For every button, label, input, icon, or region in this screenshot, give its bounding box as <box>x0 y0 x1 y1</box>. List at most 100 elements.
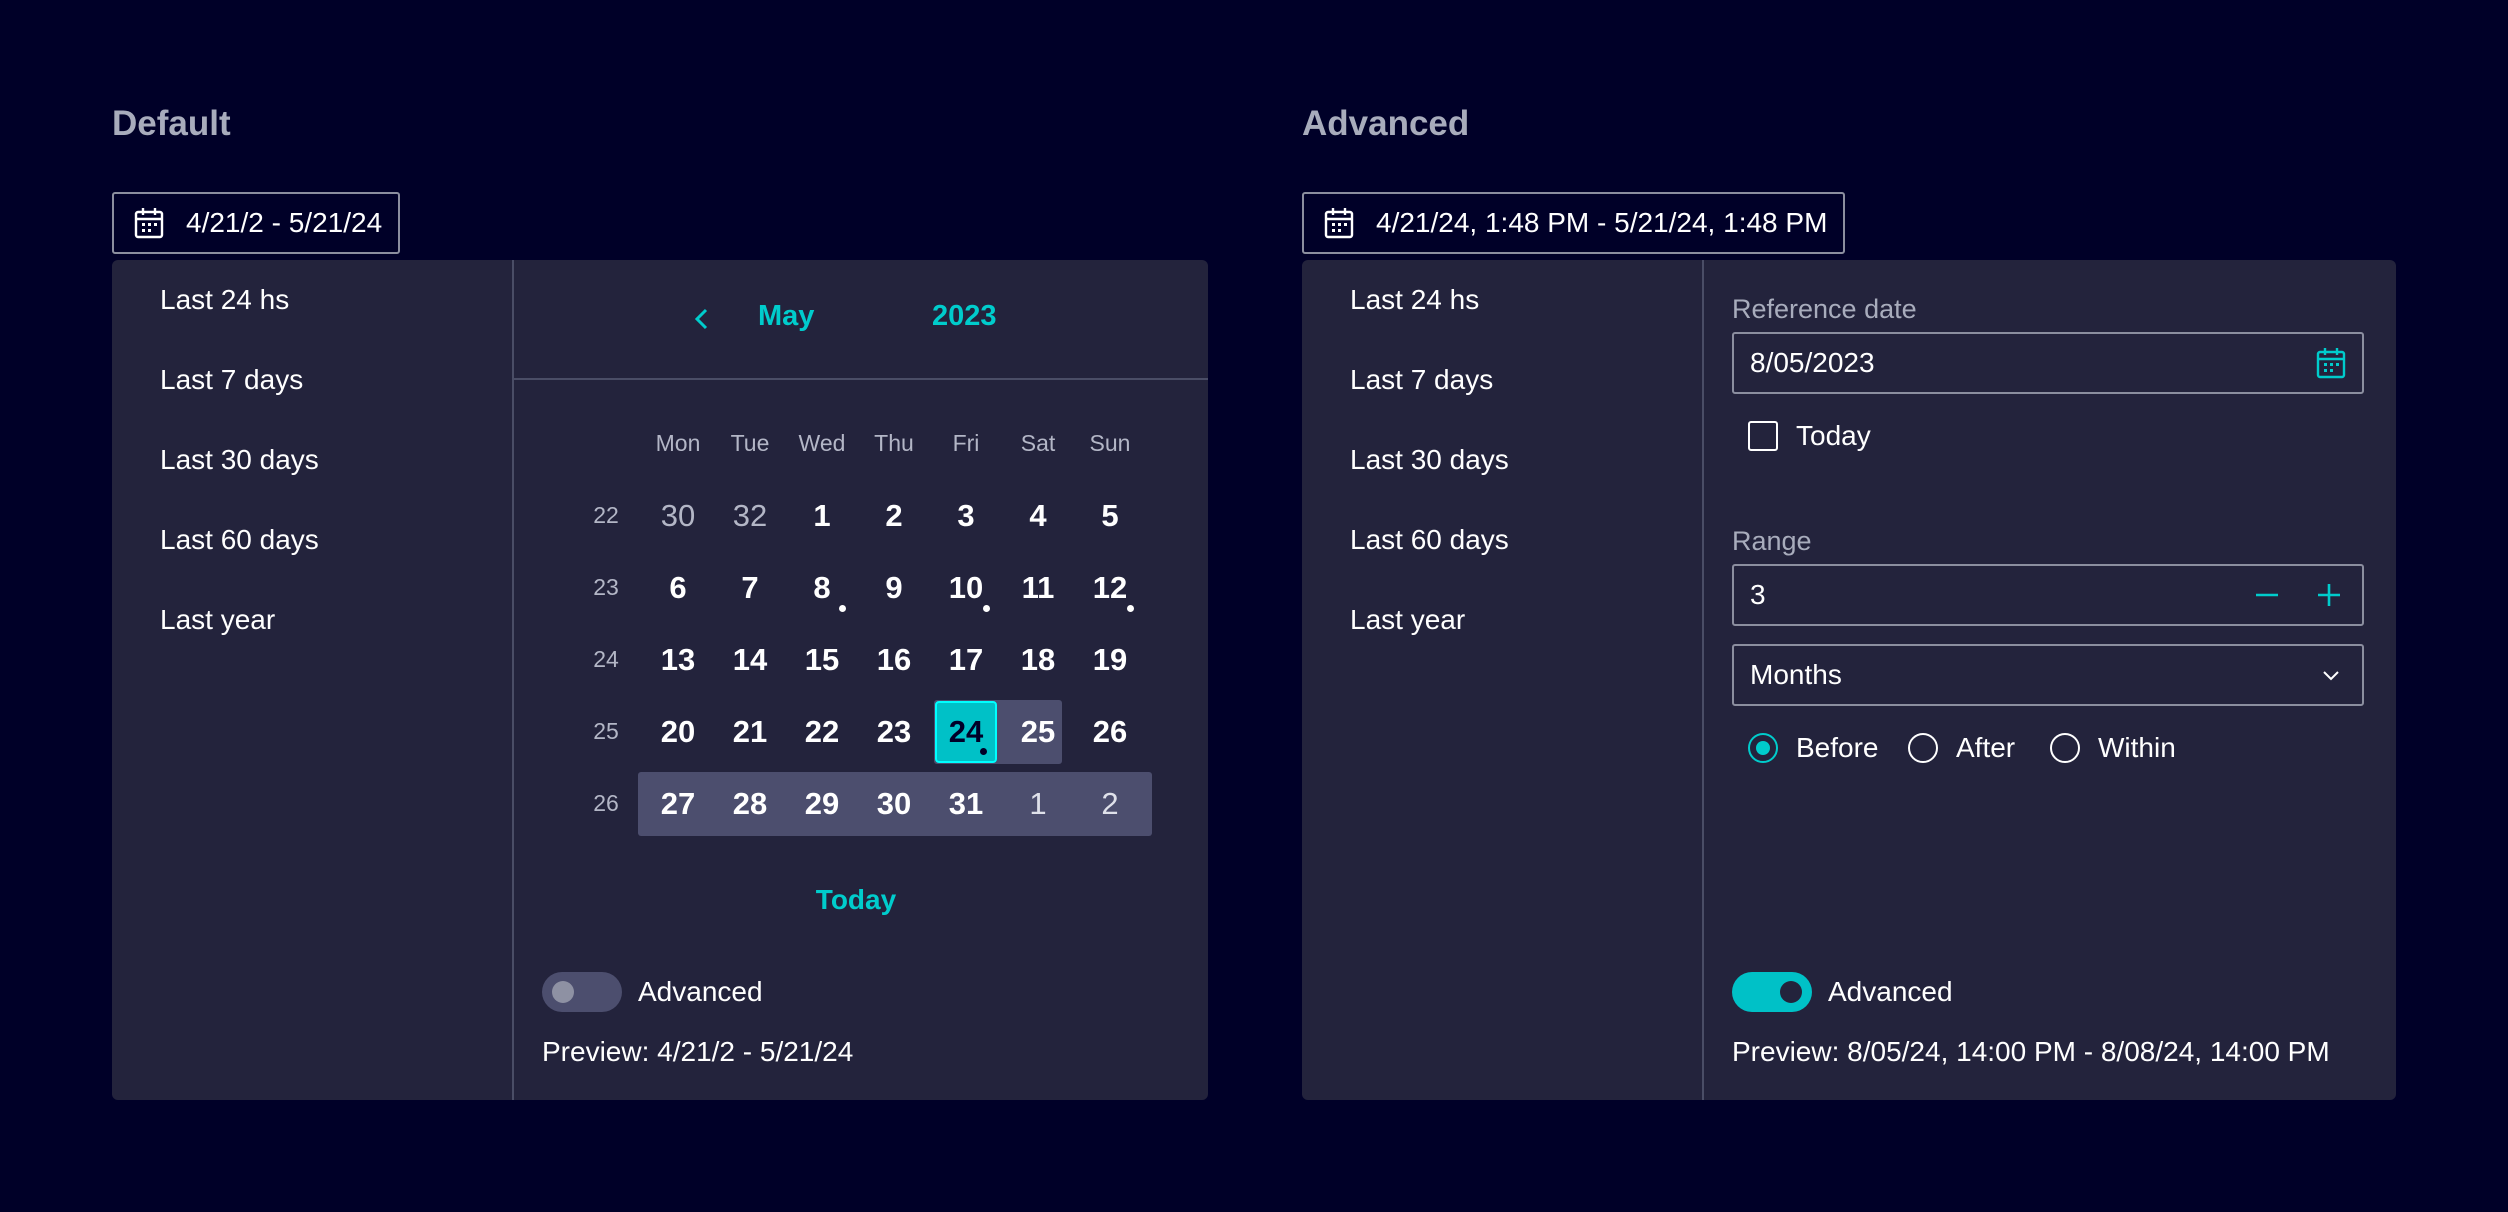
calendar-day[interactable]: 17 <box>930 628 1002 692</box>
calendar-day-label: 23 <box>876 714 912 749</box>
event-dot <box>839 605 846 612</box>
calendar-day[interactable]: 6 <box>642 556 714 620</box>
calendar-day-label: 26 <box>1092 714 1128 749</box>
calendar-day[interactable]: 29 <box>786 772 858 836</box>
calendar-day[interactable]: 8 <box>786 556 858 620</box>
advanced-panel: Last 24 hs Last 7 days Last 30 days Last… <box>1302 260 2396 1100</box>
radio-before[interactable] <box>1748 733 1778 763</box>
calendar-day[interactable]: 23 <box>858 700 930 764</box>
calendar-day[interactable]: 22 <box>786 700 858 764</box>
week-number: 24 <box>593 646 619 672</box>
reference-date-input[interactable]: 8/05/2023 <box>1732 332 2364 394</box>
calendar-day-label: 5 <box>1101 498 1119 533</box>
calendar-day-label: 28 <box>732 786 768 821</box>
default-panel: Last 24 hs Last 7 days Last 30 days Last… <box>112 260 1208 1100</box>
calendar-day-label: 14 <box>732 642 768 677</box>
calendar-day[interactable]: 4 <box>1002 484 1074 548</box>
calendar-day[interactable]: 19 <box>1074 628 1146 692</box>
radio-before-label: Before <box>1796 732 1879 763</box>
calendar-grid: Mon Tue Wed Thu Fri Sat Sun 22 30 32 1 2 3 4 5 23 6 7 8 9 10… <box>112 260 1208 1100</box>
calendar-day[interactable]: 18 <box>1002 628 1074 692</box>
calendar-day[interactable]: 9 <box>858 556 930 620</box>
calendar-day-label: 17 <box>948 642 984 677</box>
advanced-presets: Last 24 hs Last 7 days Last 30 days Last… <box>1302 260 1702 1100</box>
chevron-down-icon <box>2320 664 2342 686</box>
preset-last-7-days[interactable]: Last 7 days <box>1350 364 1493 396</box>
calendar-day[interactable]: 21 <box>714 700 786 764</box>
default-section-title: Default <box>112 104 231 143</box>
calendar-day[interactable]: 28 <box>714 772 786 836</box>
advanced-toggle-label: Advanced <box>638 976 763 1007</box>
calendar-day-label: 30 <box>876 786 912 821</box>
today-checkbox[interactable] <box>1748 421 1778 451</box>
calendar-day-label: 10 <box>948 570 984 605</box>
plus-icon[interactable] <box>2316 582 2342 608</box>
weekday-sun: Sun <box>1089 430 1131 456</box>
calendar-day-selected[interactable]: 24 <box>935 701 997 763</box>
calendar-day-label: 3 <box>957 498 975 533</box>
calendar-day-label: 18 <box>1020 642 1056 677</box>
calendar-day[interactable]: 30 <box>642 484 714 548</box>
preset-last-60-days[interactable]: Last 60 days <box>1350 524 1509 556</box>
calendar-day[interactable]: 16 <box>858 628 930 692</box>
calendar-day[interactable]: 5 <box>1074 484 1146 548</box>
preset-last-30-days[interactable]: Last 30 days <box>1350 444 1509 476</box>
weekday-thu: Thu <box>874 430 914 456</box>
advanced-toggle[interactable] <box>1732 972 1812 1012</box>
calendar-day[interactable]: 11 <box>1002 556 1074 620</box>
radio-within[interactable] <box>2050 733 2080 763</box>
calendar-icon[interactable] <box>2316 347 2346 379</box>
calendar-day[interactable]: 1 <box>1002 772 1074 836</box>
calendar-day-label: 13 <box>660 642 696 677</box>
calendar-day[interactable]: 26 <box>1074 700 1146 764</box>
calendar-day[interactable]: 20 <box>642 700 714 764</box>
weekday-fri: Fri <box>952 430 980 456</box>
calendar-day[interactable]: 15 <box>786 628 858 692</box>
calendar-day[interactable]: 10 <box>930 556 1002 620</box>
preview-text: Preview: 8/05/24, 14:00 PM - 8/08/24, 14… <box>1732 1036 2330 1067</box>
week-number: 23 <box>593 574 619 600</box>
calendar-day-label: 27 <box>660 786 696 821</box>
calendar-day[interactable]: 7 <box>714 556 786 620</box>
default-date-range-trigger[interactable]: 4/21/2 - 5/21/24 <box>112 192 401 254</box>
advanced-toggle[interactable] <box>542 972 622 1012</box>
advanced-section-title: Advanced <box>1302 104 1470 143</box>
calendar-day[interactable]: 13 <box>642 628 714 692</box>
preset-last-24-hs[interactable]: Last 24 hs <box>1350 284 1479 316</box>
calendar-day[interactable]: 32 <box>714 484 786 548</box>
toggle-knob <box>552 981 574 1003</box>
range-unit-select[interactable]: Months <box>1732 644 2364 706</box>
weekday-wed: Wed <box>798 430 846 456</box>
calendar-day[interactable]: 30 <box>858 772 930 836</box>
minus-icon[interactable] <box>2254 582 2280 608</box>
calendar-day-label: 7 <box>741 570 759 605</box>
calendar-day[interactable]: 27 <box>642 772 714 836</box>
calendar-day[interactable]: 12 <box>1074 556 1146 620</box>
advanced-date-range-trigger[interactable]: 4/21/24, 1:48 PM - 5/21/24, 1:48 PM <box>1302 192 1846 254</box>
event-dot <box>1127 605 1134 612</box>
calendar-day-label: 15 <box>804 642 840 677</box>
calendar-day-label: 29 <box>804 786 840 821</box>
calendar-day-label: 2 <box>1101 786 1119 821</box>
calendar-day-label: 4 <box>1029 498 1047 533</box>
radio-after[interactable] <box>1908 733 1938 763</box>
calendar-day[interactable]: 3 <box>930 484 1002 548</box>
calendar-day-label: 8 <box>813 570 831 605</box>
advanced-toggle-label: Advanced <box>1828 976 1953 1007</box>
calendar-icon <box>134 207 164 239</box>
calendar-day[interactable]: 31 <box>930 772 1002 836</box>
calendar-day[interactable]: 2 <box>1074 772 1146 836</box>
preset-last-year[interactable]: Last year <box>1350 604 1465 636</box>
radio-after-label: After <box>1956 732 2016 763</box>
calendar-day[interactable]: 25 <box>1002 700 1074 764</box>
event-dot <box>983 605 990 612</box>
calendar-day[interactable]: 1 <box>786 484 858 548</box>
today-button[interactable]: Today <box>816 884 896 916</box>
calendar-day[interactable]: 14 <box>714 628 786 692</box>
range-stepper[interactable]: 3 <box>1732 564 2364 626</box>
calendar-day[interactable]: 2 <box>858 484 930 548</box>
calendar-day-label: 9 <box>885 570 903 605</box>
advanced-trigger-value: 4/21/24, 1:48 PM - 5/21/24, 1:48 PM <box>1376 207 1828 238</box>
calendar-day-label: 12 <box>1092 570 1128 605</box>
range-value: 3 <box>1750 579 1766 610</box>
